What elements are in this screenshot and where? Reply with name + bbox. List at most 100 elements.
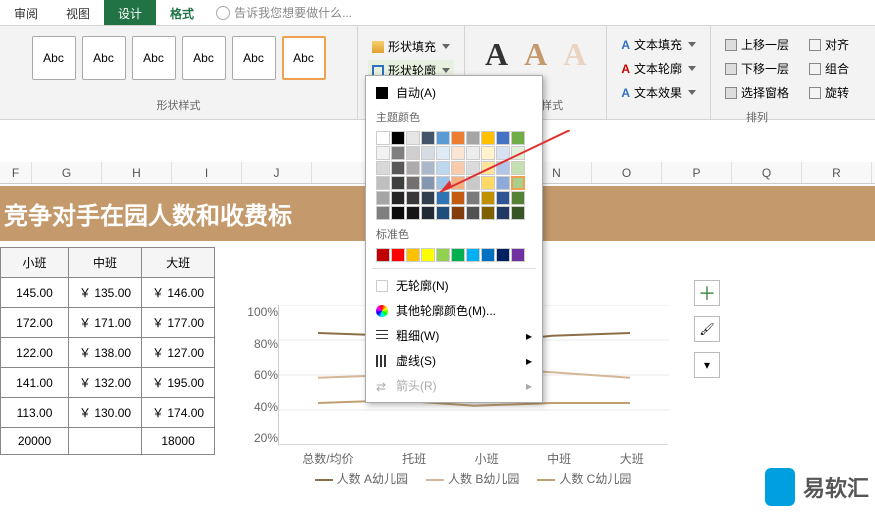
color-swatch[interactable]: [451, 146, 465, 160]
color-swatch[interactable]: [421, 146, 435, 160]
color-swatch[interactable]: [511, 176, 525, 190]
color-swatch[interactable]: [496, 161, 510, 175]
color-swatch[interactable]: [511, 131, 525, 145]
color-swatch[interactable]: [481, 191, 495, 205]
color-swatch[interactable]: [376, 131, 390, 145]
color-swatch[interactable]: [421, 191, 435, 205]
color-swatch[interactable]: [406, 206, 420, 220]
color-swatch[interactable]: [481, 206, 495, 220]
color-swatch[interactable]: [496, 131, 510, 145]
color-swatch[interactable]: [421, 161, 435, 175]
table-row[interactable]: 141.00￥ 132.00￥ 195.00: [1, 368, 215, 398]
color-swatch[interactable]: [511, 191, 525, 205]
table-row[interactable]: 113.00￥ 130.00￥ 174.00: [1, 398, 215, 428]
shape-fill-button[interactable]: 形状填充: [368, 36, 454, 57]
bring-forward-button[interactable]: 上移一层: [721, 34, 793, 55]
color-swatch[interactable]: [436, 206, 450, 220]
col-header[interactable]: O: [592, 162, 662, 183]
style-preset[interactable]: Abc: [232, 36, 276, 80]
col-header[interactable]: H: [102, 162, 172, 183]
color-swatch[interactable]: [391, 176, 405, 190]
dashes-item[interactable]: 虚线(S)▸: [366, 348, 542, 373]
color-swatch[interactable]: [481, 131, 495, 145]
color-swatch[interactable]: [391, 146, 405, 160]
col-header[interactable]: R: [802, 162, 872, 183]
data-table[interactable]: 小班中班大班 145.00￥ 135.00￥ 146.00 172.00￥ 17…: [0, 247, 215, 455]
color-swatch[interactable]: [391, 191, 405, 205]
color-swatch[interactable]: [466, 206, 480, 220]
send-backward-button[interactable]: 下移一层: [721, 58, 793, 79]
color-swatch[interactable]: [406, 191, 420, 205]
table-row[interactable]: 2000018000: [1, 428, 215, 455]
tell-me[interactable]: 告诉我您想要做什么...: [208, 0, 360, 25]
col-header[interactable]: I: [172, 162, 242, 183]
chart-styles-button[interactable]: 🖌: [694, 316, 720, 342]
text-outline-button[interactable]: A文本轮廓: [617, 58, 700, 79]
tab-review[interactable]: 审阅: [0, 0, 52, 25]
group-button[interactable]: 组合: [805, 58, 853, 79]
color-swatch[interactable]: [511, 146, 525, 160]
color-swatch[interactable]: [376, 161, 390, 175]
color-swatch[interactable]: [436, 248, 450, 262]
weight-item[interactable]: 粗细(W)▸: [366, 323, 542, 348]
align-button[interactable]: 对齐: [805, 34, 853, 55]
color-swatch[interactable]: [496, 146, 510, 160]
color-swatch[interactable]: [406, 161, 420, 175]
color-swatch[interactable]: [451, 131, 465, 145]
color-swatch[interactable]: [511, 206, 525, 220]
color-swatch[interactable]: [376, 206, 390, 220]
color-swatch[interactable]: [466, 176, 480, 190]
color-swatch[interactable]: [391, 206, 405, 220]
color-swatch[interactable]: [406, 146, 420, 160]
color-swatch[interactable]: [406, 176, 420, 190]
color-swatch[interactable]: [451, 176, 465, 190]
color-swatch[interactable]: [376, 146, 390, 160]
wordart-preset[interactable]: A: [518, 36, 553, 73]
more-colors-item[interactable]: 其他轮廓颜色(M)...: [366, 298, 542, 323]
col-header[interactable]: J: [242, 162, 312, 183]
color-swatch[interactable]: [391, 131, 405, 145]
color-swatch[interactable]: [376, 248, 390, 262]
color-swatch[interactable]: [451, 191, 465, 205]
auto-color-item[interactable]: 自动(A): [366, 80, 542, 105]
text-effects-button[interactable]: A文本效果: [617, 82, 700, 103]
color-swatch[interactable]: [466, 146, 480, 160]
color-swatch[interactable]: [436, 191, 450, 205]
table-header[interactable]: 大班: [142, 248, 215, 278]
shape-style-gallery[interactable]: Abc Abc Abc Abc Abc Abc: [30, 30, 328, 86]
color-swatch[interactable]: [496, 248, 510, 262]
tab-format[interactable]: 格式: [156, 0, 208, 25]
color-swatch[interactable]: [436, 131, 450, 145]
color-swatch[interactable]: [451, 248, 465, 262]
table-row[interactable]: 122.00￥ 138.00￥ 127.00: [1, 338, 215, 368]
wordart-preset[interactable]: A: [557, 36, 592, 73]
color-swatch[interactable]: [406, 248, 420, 262]
rotate-button[interactable]: 旋转: [805, 82, 853, 103]
style-preset[interactable]: Abc: [82, 36, 126, 80]
color-swatch[interactable]: [481, 161, 495, 175]
color-swatch[interactable]: [466, 248, 480, 262]
wordart-preset[interactable]: A: [479, 36, 514, 73]
style-preset[interactable]: Abc: [182, 36, 226, 80]
color-swatch[interactable]: [466, 161, 480, 175]
color-swatch[interactable]: [511, 248, 525, 262]
color-swatch[interactable]: [406, 131, 420, 145]
tab-design[interactable]: 设计: [104, 0, 156, 25]
table-header[interactable]: 小班: [1, 248, 69, 278]
no-outline-item[interactable]: 无轮廓(N): [366, 273, 542, 298]
color-swatch[interactable]: [421, 176, 435, 190]
table-row[interactable]: 145.00￥ 135.00￥ 146.00: [1, 278, 215, 308]
selection-pane-button[interactable]: 选择窗格: [721, 82, 793, 103]
color-swatch[interactable]: [481, 176, 495, 190]
table-row[interactable]: 172.00￥ 171.00￥ 177.00: [1, 308, 215, 338]
color-swatch[interactable]: [496, 176, 510, 190]
text-fill-button[interactable]: A文本填充: [617, 34, 700, 55]
style-preset-selected[interactable]: Abc: [282, 36, 326, 80]
col-header[interactable]: G: [32, 162, 102, 183]
tab-view[interactable]: 视图: [52, 0, 104, 25]
color-swatch[interactable]: [466, 131, 480, 145]
color-swatch[interactable]: [466, 191, 480, 205]
color-swatch[interactable]: [421, 248, 435, 262]
color-swatch[interactable]: [481, 146, 495, 160]
color-swatch[interactable]: [436, 146, 450, 160]
